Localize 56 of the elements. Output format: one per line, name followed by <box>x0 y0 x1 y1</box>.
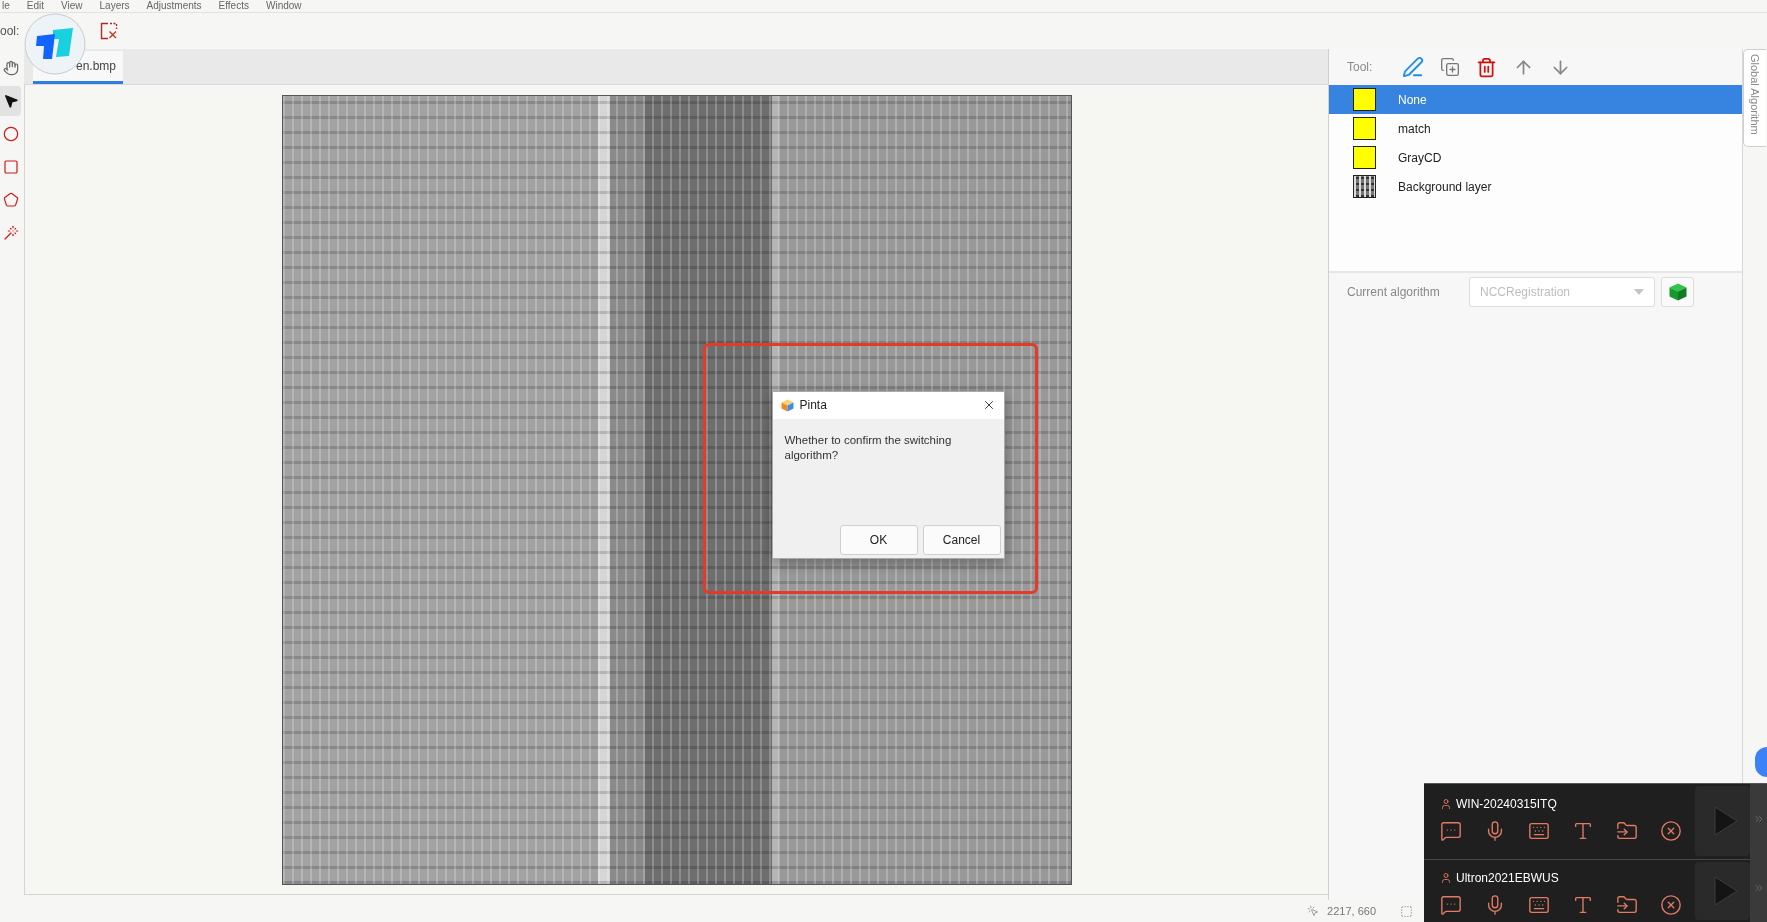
layer-item[interactable]: None <box>1329 85 1742 114</box>
keyboard-icon[interactable] <box>1528 894 1550 916</box>
session-name: WIN-20240315ITQ <box>1456 797 1557 811</box>
tool-button[interactable] <box>0 86 21 116</box>
cursor-icon <box>1307 905 1320 917</box>
cube-icon <box>780 398 794 412</box>
dialog-button[interactable]: OK <box>839 524 918 555</box>
menu-item[interactable]: Adjustments <box>146 0 202 12</box>
menu-item[interactable]: Window <box>265 0 302 12</box>
folder-arrow-icon[interactable] <box>1616 894 1638 916</box>
menu-item[interactable]: Effects <box>218 0 249 12</box>
close-icon[interactable] <box>1660 894 1682 916</box>
circle-icon <box>2 126 19 142</box>
selection-icon <box>1400 904 1413 918</box>
session-name: Ultron2021EBWUS <box>1456 871 1559 885</box>
side-handle[interactable] <box>1755 747 1767 777</box>
layer-thumbnail-icon <box>1353 175 1376 198</box>
square-icon <box>2 159 19 175</box>
swatch-icon <box>1353 88 1376 111</box>
caret-icon <box>1634 288 1644 295</box>
swatch-icon <box>1353 146 1376 169</box>
menu-item[interactable]: Edit <box>26 0 45 12</box>
layer-item[interactable]: GrayCD <box>1329 143 1742 172</box>
user-icon <box>1440 872 1452 884</box>
add-layer-icon[interactable] <box>1440 57 1461 77</box>
menu-item[interactable]: View <box>61 0 83 12</box>
chat-icon[interactable] <box>1440 820 1462 842</box>
folder-arrow-icon[interactable] <box>1616 820 1638 842</box>
cube-button[interactable] <box>1661 276 1694 307</box>
cursor-icon <box>2 93 19 109</box>
text-icon[interactable] <box>1572 820 1594 842</box>
user-icon <box>1440 798 1452 810</box>
tool-label: Tool: <box>1347 60 1373 74</box>
algorithm-label: Current algorithm <box>1347 284 1441 299</box>
keyboard-icon[interactable] <box>1528 820 1550 842</box>
cursor-position: 2217, 660 <box>1327 905 1376 917</box>
chat-icon[interactable] <box>1440 894 1462 916</box>
swatch-icon <box>1353 117 1376 140</box>
deselect-icon[interactable] <box>100 22 119 40</box>
layer-item[interactable]: match <box>1329 114 1742 143</box>
trash-icon[interactable] <box>1476 56 1498 78</box>
dialog-message: Whether to confirm the switching algorithm? <box>784 432 953 463</box>
menu-item[interactable]: le <box>2 0 10 12</box>
tool-label: ool: <box>0 24 20 38</box>
side-tab[interactable]: Global Algorithm <box>1743 49 1766 147</box>
cube-icon <box>1668 282 1687 301</box>
wand-icon <box>2 225 19 241</box>
pencil-icon[interactable] <box>1402 56 1425 78</box>
dialog-title: Pinta <box>799 398 828 412</box>
hand-icon <box>2 60 19 76</box>
menu-item[interactable]: Layers <box>99 0 130 12</box>
text-icon[interactable] <box>1572 894 1594 916</box>
dialog-button[interactable]: Cancel <box>922 524 1001 555</box>
close-icon[interactable] <box>1660 820 1682 842</box>
layer-item[interactable]: Background layer <box>1329 172 1742 201</box>
polygon-icon <box>2 192 19 208</box>
